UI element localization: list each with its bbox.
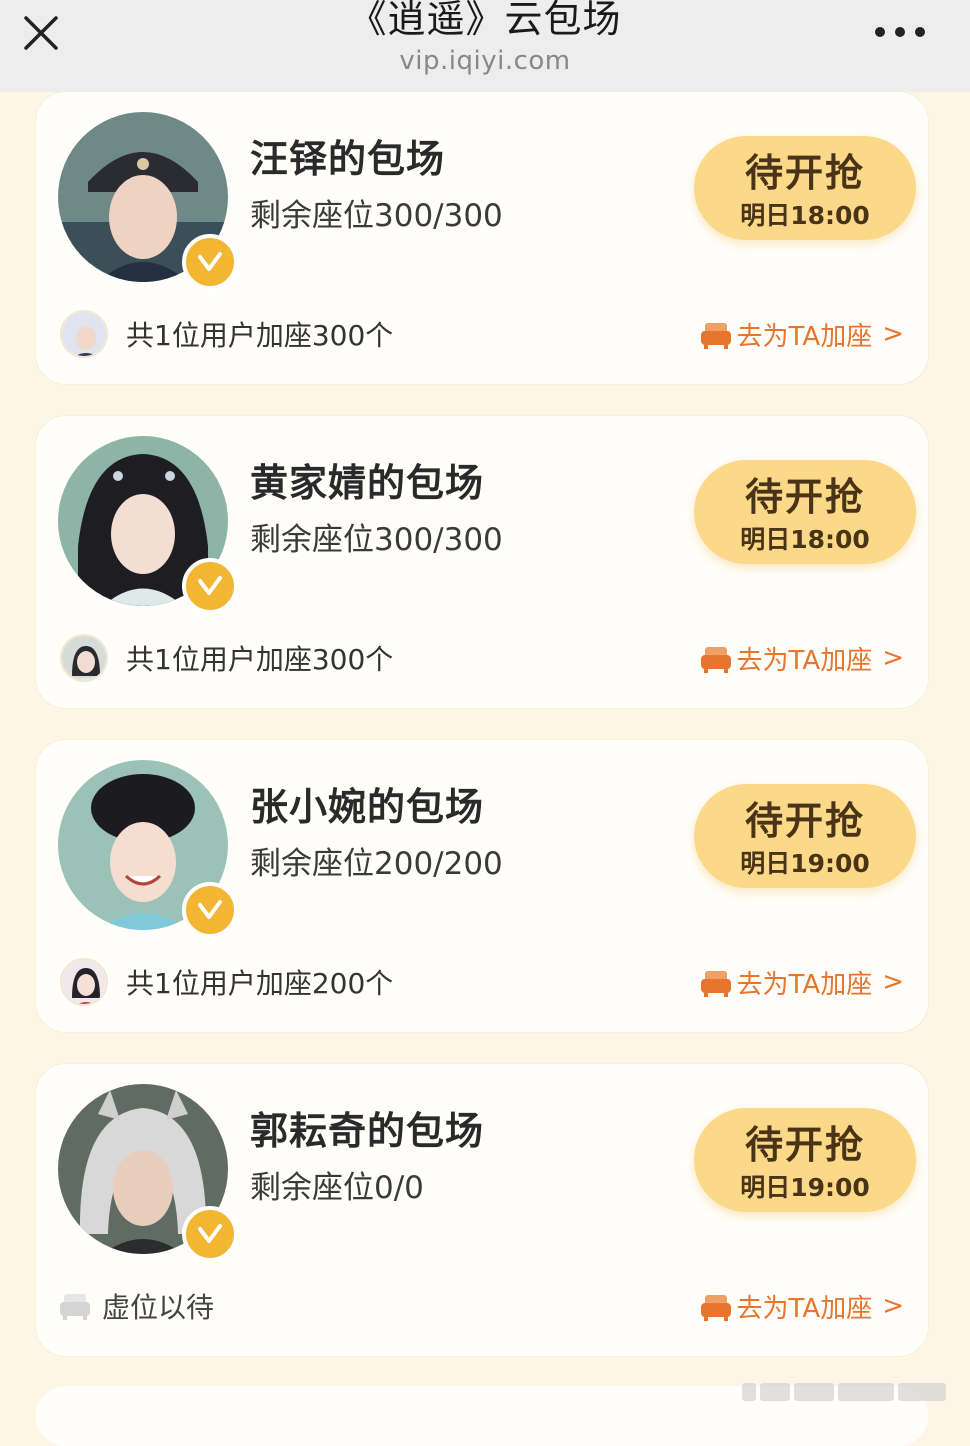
seats-remaining: 剩余座位0/0 — [250, 1170, 424, 1206]
grab-button-time: 明日18:00 — [740, 525, 870, 554]
user-avatar — [60, 958, 108, 1006]
grab-button-time: 明日19:00 — [740, 849, 870, 878]
chevron-right-icon: > — [882, 967, 904, 997]
chevron-right-icon: > — [882, 643, 904, 673]
package-card[interactable]: 汪铎的包场 剩余座位300/300 待开抢 明日18:00 共1位用户加座300… — [36, 92, 928, 384]
package-card[interactable]: 郭耘奇的包场 剩余座位0/0 待开抢 明日19:00 虚位以待 去为TA加座 > — [36, 1064, 928, 1356]
seat-add-summary: 共1位用户加座200个 — [126, 967, 394, 1000]
package-list: 汪铎的包场 剩余座位300/300 待开抢 明日18:00 共1位用户加座300… — [0, 0, 970, 1446]
watermark — [742, 1378, 960, 1406]
sofa-icon — [700, 1295, 731, 1321]
package-card[interactable]: 张小婉的包场 剩余座位200/200 待开抢 明日19:00 共1位用户加座20… — [36, 740, 928, 1032]
grab-button-label: 待开抢 — [744, 1123, 865, 1167]
seat-add-summary: 共1位用户加座300个 — [126, 643, 394, 676]
grab-button-time: 明日18:00 — [740, 201, 870, 230]
grab-button[interactable]: 待开抢 明日18:00 — [694, 460, 916, 564]
grab-button-label: 待开抢 — [744, 799, 865, 843]
sofa-icon — [700, 971, 731, 997]
grab-button-time: 明日19:00 — [740, 1173, 870, 1202]
grab-button[interactable]: 待开抢 明日19:00 — [694, 784, 916, 888]
empty-seat-icon — [60, 1294, 90, 1320]
chevron-right-icon: > — [882, 319, 904, 349]
package-title: 郭耘奇的包场 — [250, 1109, 485, 1153]
add-seat-label: 去为TA加座 — [736, 969, 873, 1000]
package-title: 黄家婧的包场 — [250, 461, 485, 505]
seats-remaining: 剩余座位200/200 — [250, 846, 503, 882]
add-seat-link[interactable]: 去为TA加座 > — [699, 962, 904, 1002]
user-avatar — [60, 634, 108, 682]
verified-badge-icon — [182, 558, 238, 614]
seat-add-summary: 共1位用户加座300个 — [126, 319, 394, 352]
package-title: 汪铎的包场 — [250, 137, 446, 181]
add-seat-label: 去为TA加座 — [736, 645, 873, 676]
add-seat-link[interactable]: 去为TA加座 > — [699, 314, 904, 354]
add-seat-label: 去为TA加座 — [736, 321, 873, 352]
grab-button-label: 待开抢 — [744, 151, 865, 195]
chevron-right-icon: > — [882, 1291, 904, 1321]
add-seat-link[interactable]: 去为TA加座 > — [699, 638, 904, 678]
grab-button[interactable]: 待开抢 明日18:00 — [694, 136, 916, 240]
package-card[interactable]: 黄家婧的包场 剩余座位300/300 待开抢 明日18:00 共1位用户加座30… — [36, 416, 928, 708]
seats-remaining: 剩余座位300/300 — [250, 522, 503, 558]
more-options-icon[interactable] — [872, 20, 928, 44]
verified-badge-icon — [182, 882, 238, 938]
verified-badge-icon — [182, 1206, 238, 1262]
nav-bar: 《逍遥》云包场 vip.iqiyi.com — [0, 0, 970, 92]
seats-remaining: 剩余座位300/300 — [250, 198, 503, 234]
page-url: vip.iqiyi.com — [399, 46, 571, 76]
page-title: 《逍遥》云包场 — [348, 0, 622, 41]
sofa-icon — [700, 323, 731, 349]
package-title: 张小婉的包场 — [250, 785, 485, 829]
grab-button-label: 待开抢 — [744, 475, 865, 519]
user-avatar — [60, 310, 108, 358]
sofa-icon — [700, 647, 731, 673]
seat-add-summary: 虚位以待 — [102, 1291, 215, 1324]
add-seat-label: 去为TA加座 — [736, 1293, 873, 1324]
add-seat-link[interactable]: 去为TA加座 > — [699, 1286, 904, 1326]
grab-button[interactable]: 待开抢 明日19:00 — [694, 1108, 916, 1212]
verified-badge-icon — [182, 234, 238, 290]
